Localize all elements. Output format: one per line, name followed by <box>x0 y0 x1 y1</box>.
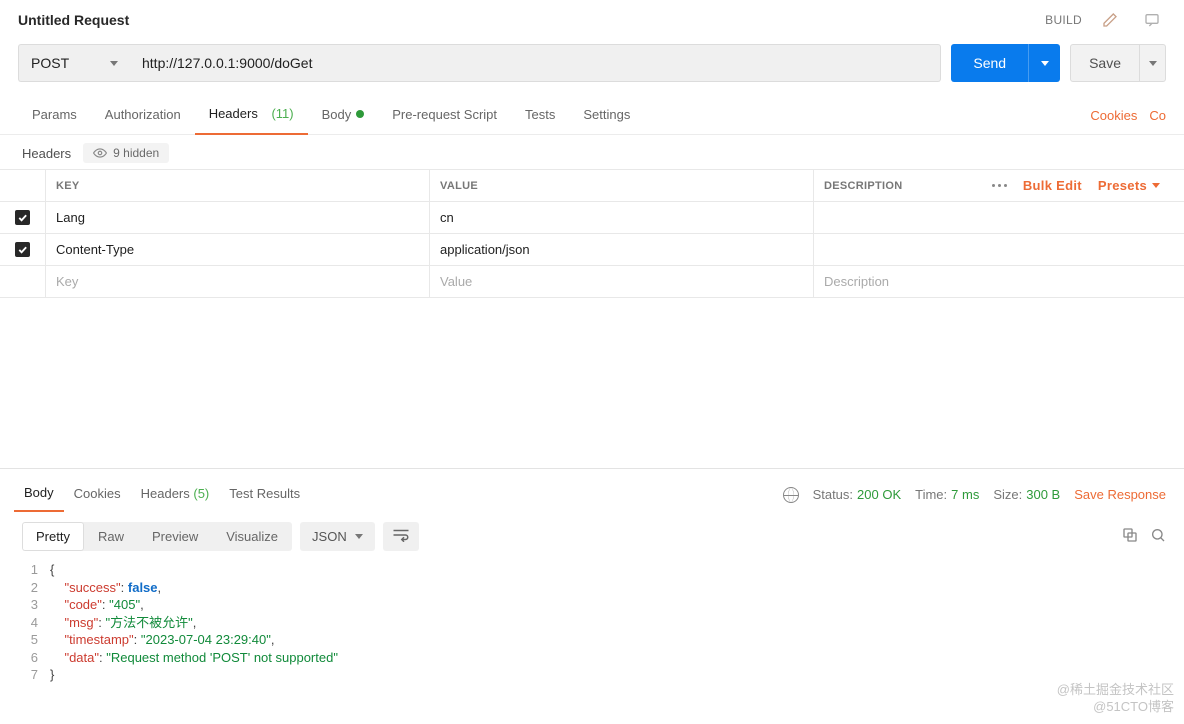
header-key[interactable]: Lang <box>46 202 430 233</box>
copy-icon[interactable] <box>1122 527 1138 546</box>
tab-headers[interactable]: Headers (11) <box>195 96 308 135</box>
wrap-lines-button[interactable] <box>383 522 419 551</box>
search-icon[interactable] <box>1150 527 1166 546</box>
url-input[interactable]: http://127.0.0.1:9000/doGet <box>130 44 941 82</box>
header-description[interactable] <box>814 202 1184 233</box>
response-tab-test-results[interactable]: Test Results <box>219 478 310 511</box>
status-meta: Status:200 OK <box>813 487 902 502</box>
watermark: @稀土掘金技术社区 @51CTO博客 <box>1057 682 1174 716</box>
save-button[interactable]: Save <box>1071 55 1139 71</box>
presets-link[interactable]: Presets <box>1098 178 1160 193</box>
view-mode-group: Pretty Raw Preview Visualize <box>22 522 292 551</box>
header-key-input[interactable]: Key <box>46 266 430 297</box>
response-body[interactable]: 1{ 2 "success": false, 3 "code": "405", … <box>0 557 1184 684</box>
view-visualize[interactable]: Visualize <box>212 522 292 551</box>
response-tab-cookies[interactable]: Cookies <box>64 478 131 511</box>
tab-tests[interactable]: Tests <box>511 97 569 134</box>
request-name[interactable]: Untitled Request <box>18 12 129 28</box>
send-button[interactable]: Send <box>951 44 1028 82</box>
headers-table: KEY VALUE DESCRIPTION Bulk Edit Presets … <box>0 169 1184 298</box>
code-link[interactable]: Co <box>1149 108 1166 123</box>
header-description-input[interactable]: Description <box>814 266 1184 297</box>
size-meta: Size:300 B <box>993 487 1060 502</box>
chevron-down-icon <box>110 61 118 66</box>
checkbox[interactable] <box>15 242 30 257</box>
cookies-link[interactable]: Cookies <box>1090 108 1137 123</box>
header-value[interactable]: application/json <box>430 234 814 265</box>
col-value: VALUE <box>430 170 814 201</box>
bulk-edit-link[interactable]: Bulk Edit <box>1023 178 1082 193</box>
time-meta: Time:7 ms <box>915 487 979 502</box>
build-label[interactable]: BUILD <box>1045 13 1082 27</box>
globe-icon[interactable] <box>783 487 799 503</box>
eye-icon <box>93 146 107 160</box>
checkbox[interactable] <box>15 210 30 225</box>
comment-icon[interactable] <box>1138 6 1166 34</box>
headers-title: Headers <box>22 146 71 161</box>
body-indicator-dot <box>356 110 364 118</box>
edit-icon[interactable] <box>1096 6 1124 34</box>
view-pretty[interactable]: Pretty <box>22 522 84 551</box>
header-value[interactable]: cn <box>430 202 814 233</box>
language-select[interactable]: JSON <box>300 522 375 551</box>
header-description[interactable] <box>814 234 1184 265</box>
send-dropdown[interactable] <box>1028 44 1060 82</box>
table-row[interactable]: Lang cn <box>0 202 1184 234</box>
more-icon[interactable] <box>992 184 1007 187</box>
view-preview[interactable]: Preview <box>138 522 212 551</box>
save-dropdown[interactable] <box>1139 45 1165 81</box>
method-select[interactable]: POST <box>18 44 130 82</box>
table-row[interactable]: Content-Type application/json <box>0 234 1184 266</box>
response-tab-headers[interactable]: Headers (5) <box>131 478 220 511</box>
col-key: KEY <box>46 170 430 201</box>
tab-body[interactable]: Body <box>308 97 379 134</box>
save-response-link[interactable]: Save Response <box>1074 487 1166 502</box>
col-description: DESCRIPTION Bulk Edit Presets <box>814 170 1184 201</box>
header-value-input[interactable]: Value <box>430 266 814 297</box>
tab-pre-request[interactable]: Pre-request Script <box>378 97 511 134</box>
table-row-new[interactable]: Key Value Description <box>0 266 1184 298</box>
tab-settings[interactable]: Settings <box>569 97 644 134</box>
header-key[interactable]: Content-Type <box>46 234 430 265</box>
tab-authorization[interactable]: Authorization <box>91 97 195 134</box>
hidden-headers-toggle[interactable]: 9 hidden <box>83 143 169 163</box>
tab-params[interactable]: Params <box>18 97 91 134</box>
view-raw[interactable]: Raw <box>84 522 138 551</box>
response-tab-body[interactable]: Body <box>14 477 64 512</box>
